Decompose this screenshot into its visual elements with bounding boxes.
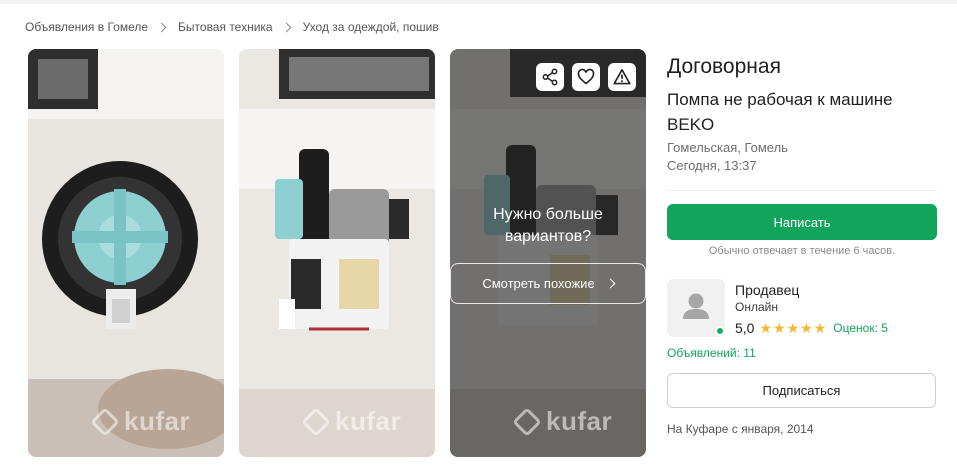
share-icon: [542, 68, 558, 86]
listing-location: Гомельская, Гомель: [667, 140, 788, 155]
watermark: kufar: [514, 406, 612, 437]
rating-row: 5,0 ★ ★ ★ ★ ★ Оценок: 5: [735, 320, 888, 336]
breadcrumb: Объявления в Гомеле Бытовая техника Уход…: [25, 20, 439, 34]
member-since: На Куфаре с января, 2014: [667, 422, 814, 436]
star-icon: ★: [773, 320, 786, 336]
photo-3[interactable]: Нужно больше вариантов? Смотреть похожие…: [450, 49, 646, 457]
reviews-link[interactable]: Оценок: 5: [833, 321, 888, 335]
photo-2[interactable]: kufar: [239, 49, 435, 457]
warning-icon: [613, 69, 631, 85]
kufar-logo-icon: [303, 408, 329, 435]
divider: [667, 190, 937, 191]
share-button[interactable]: [536, 63, 564, 91]
chevron-right-icon: [281, 22, 292, 32]
more-options-title: Нужно больше вариантов?: [493, 206, 603, 245]
price: Договорная: [667, 55, 781, 78]
ads-count-link[interactable]: Объявлений: 11: [667, 346, 756, 360]
photo-actions: [536, 63, 636, 91]
seller-label[interactable]: Продавец: [735, 282, 799, 298]
see-similar-label: Смотреть похожие: [482, 276, 595, 291]
star-icon: ★: [759, 320, 773, 336]
watermark-text: kufar: [546, 406, 613, 436]
photo-1[interactable]: kufar: [28, 49, 224, 457]
chevron-right-icon: [605, 278, 616, 289]
breadcrumb-item-clothes-care[interactable]: Уход за одеждой, пошив: [303, 20, 439, 34]
watermark-text: kufar: [335, 406, 402, 436]
breadcrumb-item-appliances[interactable]: Бытовая техника: [178, 20, 273, 34]
pump-front-image: [28, 49, 224, 457]
star-icon: ★: [786, 320, 800, 336]
watermark: kufar: [303, 406, 401, 437]
watermark: kufar: [92, 406, 190, 437]
listing-posted-time: Сегодня, 13:37: [667, 158, 757, 173]
kufar-logo-icon: [92, 408, 118, 435]
pump-side-image: [239, 49, 435, 457]
favorite-button[interactable]: [572, 63, 600, 91]
see-similar-button[interactable]: Смотреть похожие: [450, 263, 646, 304]
star-icon: ★: [800, 320, 813, 336]
seller-status: Онлайн: [735, 300, 778, 314]
write-message-button[interactable]: Написать: [667, 204, 937, 240]
online-indicator: [715, 326, 725, 336]
photo-overlay: [450, 49, 646, 457]
top-divider: [0, 0, 957, 4]
breadcrumb-item-gomel[interactable]: Объявления в Гомеле: [25, 20, 148, 34]
watermark-text: kufar: [124, 406, 191, 436]
reply-time-note: Обычно отвечает в течение 6 часов.: [708, 245, 896, 257]
chevron-right-icon: [156, 22, 167, 32]
listing-title: Помпа не рабочая к машине BEKO: [667, 90, 893, 134]
report-button[interactable]: [608, 63, 636, 91]
subscribe-button[interactable]: Подписаться: [667, 373, 936, 408]
rating-value: 5,0: [735, 320, 755, 336]
heart-icon: [577, 68, 595, 85]
kufar-logo-icon: [514, 408, 540, 435]
star-icon: ★: [813, 320, 827, 336]
